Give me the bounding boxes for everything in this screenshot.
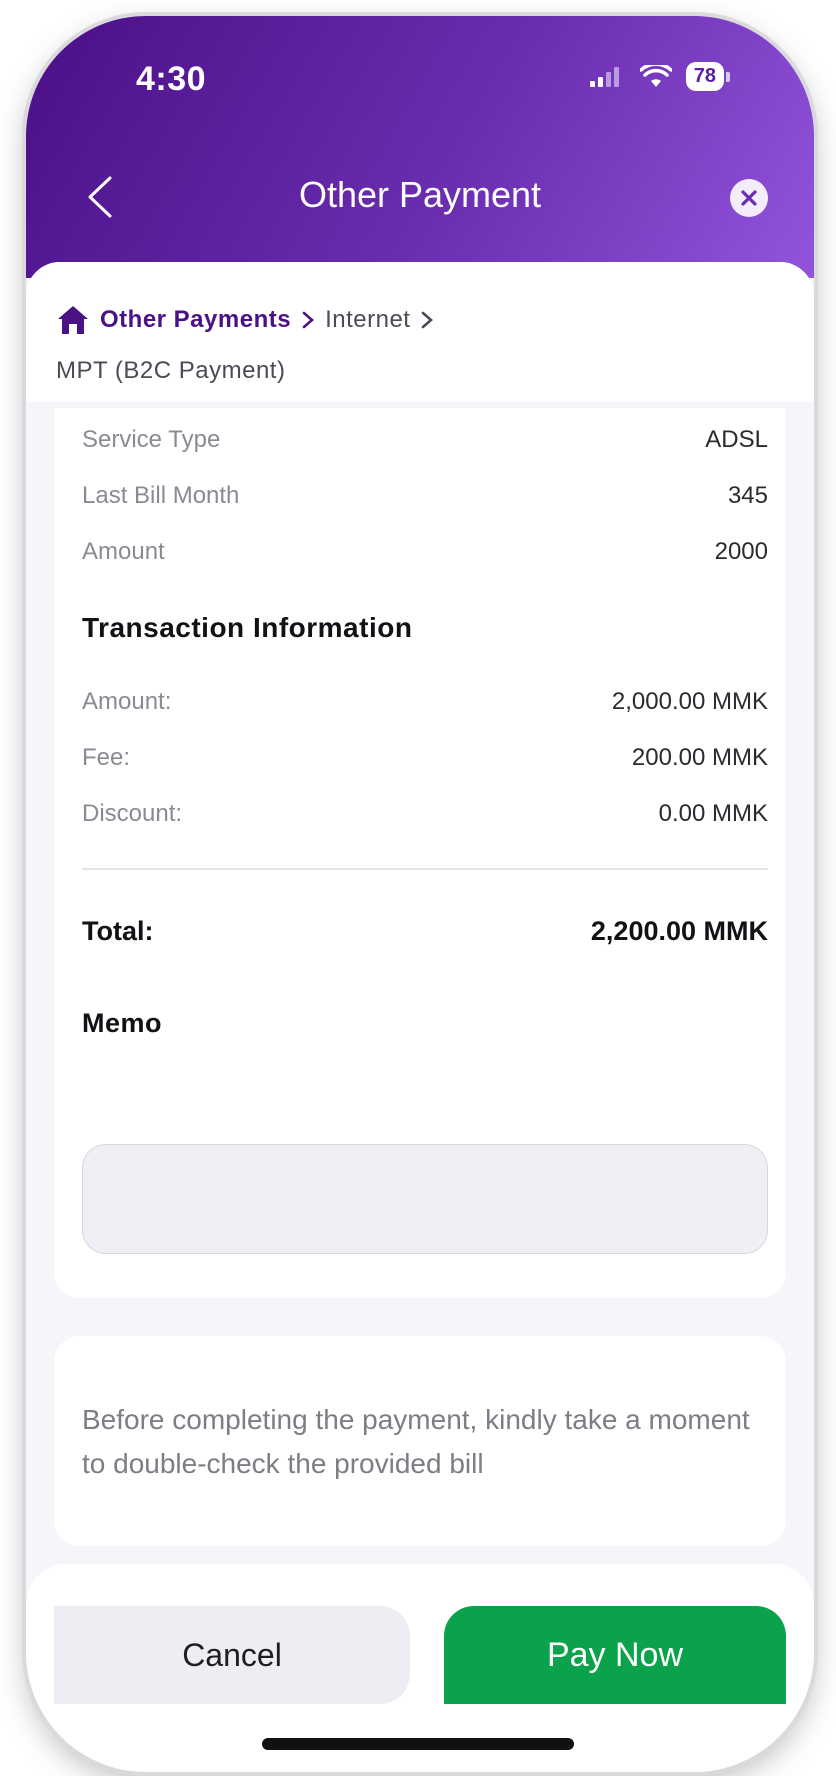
chevron-right-icon bbox=[422, 311, 434, 329]
wifi-icon bbox=[639, 64, 672, 87]
memo-title: Memo bbox=[82, 1008, 163, 1038]
detail-row-last-bill-month: Last Bill Month 345 bbox=[82, 482, 768, 510]
breadcrumb: Other Payments Internet MPT (B2C Payment… bbox=[26, 262, 814, 402]
battery-icon: 78 bbox=[685, 62, 731, 91]
transaction-label: Fee: bbox=[82, 744, 131, 771]
close-button[interactable] bbox=[730, 179, 768, 217]
page-title: Other Payment bbox=[298, 174, 542, 215]
notice-text: Before completing the payment, kindly ta… bbox=[82, 1404, 750, 1479]
transaction-row-amount: Amount: 2,000.00 MMK bbox=[82, 688, 768, 716]
transaction-label: Discount: bbox=[82, 800, 183, 827]
transaction-row-fee: Fee: 200.00 MMK bbox=[82, 744, 768, 772]
chevron-right-icon bbox=[302, 311, 315, 329]
content-sheet: Other Payments Internet MPT (B2C Payment… bbox=[26, 262, 814, 1562]
transaction-value: 200.00 MMK bbox=[631, 744, 768, 771]
close-icon bbox=[741, 190, 757, 206]
cancel-button[interactable]: Cancel bbox=[54, 1606, 410, 1704]
transaction-row-discount: Discount: 0.00 MMK bbox=[82, 800, 768, 828]
home-icon[interactable] bbox=[56, 304, 90, 336]
phone-frame: 4:30 78 Other Payment Other Payments Int… bbox=[26, 16, 814, 1772]
transaction-value: 2,000.00 MMK bbox=[611, 688, 768, 715]
pay-now-button[interactable]: Pay Now bbox=[444, 1606, 786, 1704]
breadcrumb-item-other-payments[interactable]: Other Payments bbox=[100, 306, 291, 334]
status-time: 4:30 bbox=[136, 60, 207, 98]
total-value: 2,200.00 MMK bbox=[590, 916, 768, 946]
transaction-label: Amount: bbox=[82, 688, 172, 715]
transaction-value: 0.00 MMK bbox=[658, 800, 768, 827]
detail-label: Amount bbox=[82, 538, 165, 565]
total-row: Total: 2,200.00 MMK bbox=[82, 916, 768, 947]
notice-card: Before completing the payment, kindly ta… bbox=[54, 1336, 786, 1546]
detail-value: 2000 bbox=[714, 538, 768, 565]
detail-value: ADSL bbox=[705, 426, 768, 453]
memo-input[interactable] bbox=[82, 1144, 768, 1254]
detail-label: Last Bill Month bbox=[82, 482, 240, 509]
detail-row-service-type: Service Type ADSL bbox=[82, 426, 768, 454]
home-indicator[interactable] bbox=[262, 1738, 574, 1750]
divider bbox=[82, 868, 768, 870]
breadcrumb-item-mpt: MPT (B2C Payment) bbox=[56, 357, 286, 384]
cellular-signal-icon bbox=[589, 66, 619, 87]
detail-row-amount: Amount 2000 bbox=[82, 538, 768, 566]
breadcrumb-item-internet[interactable]: Internet bbox=[325, 306, 410, 334]
payment-details-card: Service Type ADSL Last Bill Month 345 Am… bbox=[54, 408, 786, 1298]
breadcrumb-line: Other Payments Internet bbox=[56, 304, 434, 336]
header: 4:30 78 Other Payment bbox=[26, 16, 814, 278]
total-label: Total: bbox=[82, 916, 154, 946]
transaction-info-title: Transaction Information bbox=[82, 612, 413, 643]
detail-label: Service Type bbox=[82, 426, 221, 453]
detail-value: 345 bbox=[727, 482, 768, 509]
status-icons: 78 bbox=[589, 62, 731, 91]
